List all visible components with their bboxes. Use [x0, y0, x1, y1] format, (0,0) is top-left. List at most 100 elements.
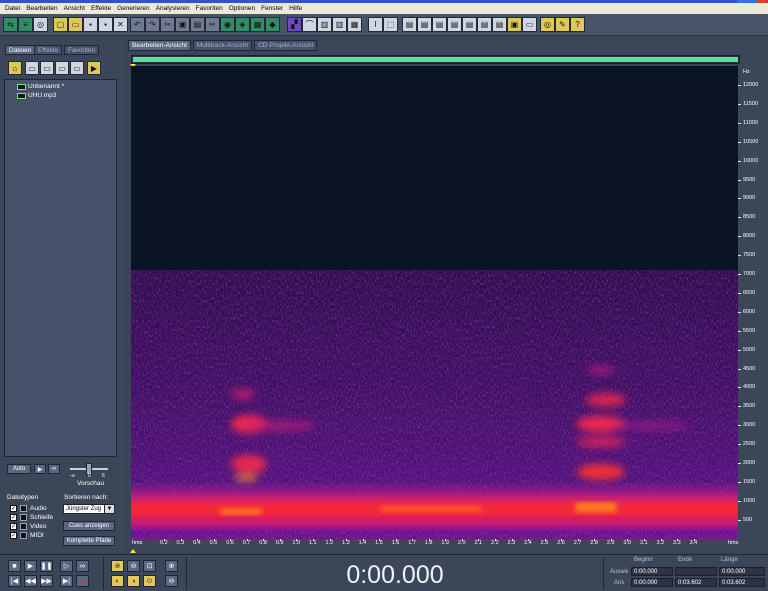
- time-select-icon[interactable]: I: [368, 17, 383, 32]
- marquee-icon[interactable]: ⬚: [383, 17, 398, 32]
- spectral-view-icon[interactable]: ▞: [287, 17, 302, 32]
- zoom-in-vertical-icon[interactable]: ⊕: [165, 560, 178, 572]
- insert-cd-icon[interactable]: ▭: [70, 61, 84, 75]
- import-icon[interactable]: ▭: [40, 61, 54, 75]
- menu-datei[interactable]: Datei: [2, 5, 23, 12]
- close-file-panel-icon[interactable]: ▭: [25, 61, 39, 75]
- menu-bearbeiten[interactable]: Bearbeiten: [23, 5, 60, 12]
- insert-multitrack-icon[interactable]: ▭: [55, 61, 69, 75]
- window-layout-2-icon[interactable]: ▤: [417, 17, 432, 32]
- tab-multitrack-view[interactable]: Multitrack-Ansicht: [192, 40, 253, 51]
- view-length-value[interactable]: 0:03.602: [719, 578, 765, 587]
- snap-icon[interactable]: ▥: [317, 17, 332, 32]
- full-paths-button[interactable]: Komplette Pfade: [63, 536, 115, 546]
- view-begin-value[interactable]: 0:00.000: [631, 578, 673, 587]
- trim-icon[interactable]: ✂: [205, 17, 220, 32]
- zoom-overview-bar[interactable]: [131, 55, 740, 64]
- chevron-down-icon[interactable]: ▼: [104, 504, 115, 514]
- start-marker-bottom-icon[interactable]: [130, 549, 136, 553]
- zoom-left-icon[interactable]: ◐: [111, 575, 124, 587]
- pause-icon[interactable]: ❚❚: [40, 560, 53, 572]
- record-icon[interactable]: ●: [76, 575, 89, 587]
- play-preview-icon[interactable]: ▶: [87, 61, 101, 75]
- loop-icon[interactable]: ∞: [76, 560, 89, 572]
- open-file-icon[interactable]: ⌂: [8, 61, 22, 75]
- snap-ruler-icon[interactable]: ▥: [332, 17, 347, 32]
- cut-icon[interactable]: ✂: [160, 17, 175, 32]
- tab-effects[interactable]: Effekte: [34, 45, 63, 55]
- undo-icon[interactable]: ↶: [130, 17, 145, 32]
- tab-edit-view[interactable]: Bearbeiten-Ansicht: [128, 40, 191, 51]
- file-item[interactable]: Unbenannt *: [17, 83, 64, 90]
- save-icon[interactable]: ▪: [83, 17, 98, 32]
- zoom-in-horizontal-icon[interactable]: ⊕: [111, 560, 124, 572]
- show-cues-button[interactable]: Cues anzeigen: [63, 521, 115, 531]
- insert-icon[interactable]: ◈: [235, 17, 250, 32]
- selection-length-value[interactable]: 0:00.000: [719, 567, 765, 576]
- zoom-full-icon[interactable]: ⊡: [143, 560, 156, 572]
- cd-burn-icon[interactable]: ◎: [540, 17, 555, 32]
- edit-view-icon[interactable]: ⇆: [3, 17, 18, 32]
- zoom-right-icon[interactable]: ◑: [127, 575, 140, 587]
- window-layout-7-icon[interactable]: ▤: [492, 17, 507, 32]
- play-icon[interactable]: ▶: [24, 560, 37, 572]
- tab-cd-project-view[interactable]: CD-Projekt-Ansicht: [254, 40, 318, 51]
- close-file-icon[interactable]: ✕: [113, 17, 128, 32]
- fast-forward-icon[interactable]: ▶▶: [40, 575, 53, 587]
- waveform-view-icon[interactable]: ⌒: [302, 17, 317, 32]
- window-layout-4-icon[interactable]: ▤: [447, 17, 462, 32]
- view-end-value[interactable]: 0:03.602: [675, 578, 717, 587]
- menu-hilfe[interactable]: Hilfe: [286, 5, 305, 12]
- menu-ansicht[interactable]: Ansicht: [61, 5, 88, 12]
- zoom-out-horizontal-icon[interactable]: ⊖: [127, 560, 140, 572]
- preview-loop-button[interactable]: ∞: [48, 464, 60, 474]
- save-as-icon[interactable]: ▪: [98, 17, 113, 32]
- go-to-start-icon[interactable]: |◀: [8, 575, 21, 587]
- auto-play-toggle[interactable]: Auto: [7, 464, 31, 474]
- window-layout-9-icon[interactable]: ▭: [522, 17, 537, 32]
- menu-favoriten[interactable]: Favoriten: [193, 5, 226, 12]
- redo-icon[interactable]: ↷: [145, 17, 160, 32]
- overview-range[interactable]: [133, 57, 738, 62]
- play-to-end-icon[interactable]: ▷: [60, 560, 73, 572]
- copy-icon[interactable]: ▣: [175, 17, 190, 32]
- midi-checkbox[interactable]: ✓: [10, 532, 17, 539]
- settings-icon[interactable]: ✎: [555, 17, 570, 32]
- spectral-display[interactable]: [131, 66, 738, 539]
- window-layout-3-icon[interactable]: ▤: [432, 17, 447, 32]
- mix-icon[interactable]: ◆: [265, 17, 280, 32]
- stop-icon[interactable]: ■: [8, 560, 21, 572]
- loop-checkbox[interactable]: ✓: [10, 514, 17, 521]
- window-layout-8-icon[interactable]: ▣: [507, 17, 522, 32]
- zoom-selection-icon[interactable]: ⊙: [143, 575, 156, 587]
- tab-files[interactable]: Dateien: [5, 45, 36, 55]
- cd-view-icon[interactable]: ◎: [33, 17, 48, 32]
- window-layout-5-icon[interactable]: ▤: [462, 17, 477, 32]
- new-file-icon[interactable]: ▢: [53, 17, 68, 32]
- menu-effekte[interactable]: Effekte: [88, 5, 114, 12]
- zoom-out-vertical-icon[interactable]: ⊖: [165, 575, 178, 587]
- tab-favorites[interactable]: Favoriten: [64, 45, 100, 55]
- window-layout-6-icon[interactable]: ▤: [477, 17, 492, 32]
- audio-checkbox[interactable]: ✓: [10, 505, 17, 512]
- copy-to-new-icon[interactable]: ▦: [250, 17, 265, 32]
- go-to-end-icon[interactable]: ▶|: [60, 575, 73, 587]
- multitrack-view-icon[interactable]: ≡: [18, 17, 33, 32]
- menu-fenster[interactable]: Fenster: [258, 5, 286, 12]
- video-checkbox[interactable]: ✓: [10, 523, 17, 530]
- menu-optionen[interactable]: Optionen: [226, 5, 258, 12]
- mix-paste-icon[interactable]: ◉: [220, 17, 235, 32]
- grid-icon[interactable]: ▦: [347, 17, 362, 32]
- file-item[interactable]: UHU.mp3: [17, 92, 57, 99]
- open-folder-icon[interactable]: ▭: [68, 17, 83, 32]
- selection-end-value[interactable]: [675, 567, 717, 576]
- rewind-icon[interactable]: ◀◀: [24, 575, 37, 587]
- menu-analysieren[interactable]: Analysieren: [153, 5, 193, 12]
- selection-begin-value[interactable]: 0:00.000: [631, 567, 673, 576]
- hz-tick-label: 4500: [743, 365, 756, 372]
- window-layout-1-icon[interactable]: ▤: [402, 17, 417, 32]
- paste-icon[interactable]: ▤: [190, 17, 205, 32]
- menu-generieren[interactable]: Generieren: [114, 5, 153, 12]
- preview-play-button[interactable]: ▶: [34, 464, 46, 474]
- help-icon[interactable]: ?: [570, 17, 585, 32]
